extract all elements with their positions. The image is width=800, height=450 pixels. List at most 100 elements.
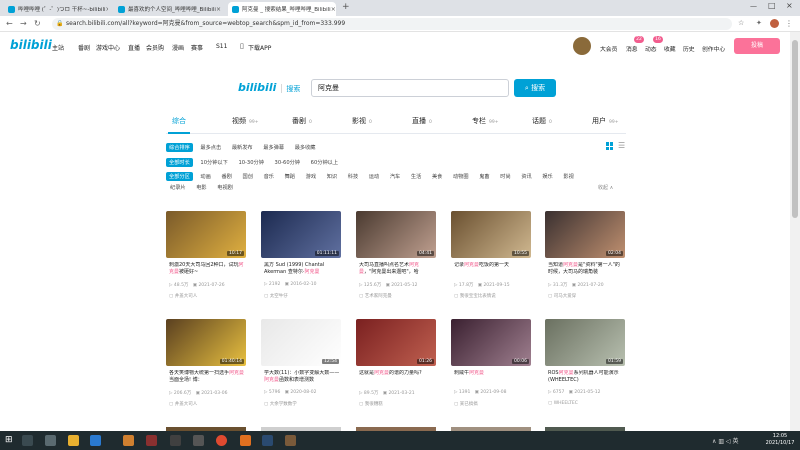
filter-option[interactable]: 影视 (563, 173, 573, 180)
video-uploader[interactable]: ▢ 太空牛仔 (264, 293, 288, 299)
video-card[interactable]: 01:26 这就是阿克曼的谱的力量吗? ▷ 89.5万 ▣ 2021-03-21 ▢ … (356, 319, 436, 419)
filter-option[interactable]: 30-60分钟 (275, 159, 300, 166)
nav-item[interactable]: 游戏中心 (96, 43, 120, 52)
tray-up-icon[interactable]: ∧ (712, 438, 716, 445)
filter-option[interactable]: 最多点击 (200, 144, 221, 151)
filter-option[interactable]: 时尚 (500, 173, 510, 180)
url-input[interactable]: 🔒 search.bilibili.com/all?keyword=阿克曼&fr… (52, 18, 732, 30)
video-title[interactable]: 当知道阿克曼是"资料"第一人"的时候，大司马的瑞角装 (548, 262, 624, 276)
filter-option[interactable]: 动画 (200, 173, 210, 180)
video-uploader[interactable]: ▢ 大余学数数学 (264, 401, 297, 407)
filter-option[interactable]: 电视剧 (217, 184, 233, 191)
video-card[interactable]: 01:40:14 各天笑博物大统第一扫选手阿克曼当面全场! 博： ▷ 206.6万 … (166, 319, 246, 419)
video-title[interactable]: 这就是阿克曼的谱的力量吗? (359, 370, 435, 384)
video-uploader[interactable]: ▢ 某已搞搞 (454, 401, 478, 407)
filter-option[interactable]: 国创 (243, 173, 253, 180)
volume-icon[interactable]: ◁ (726, 438, 731, 445)
nav-history[interactable]: 历史 (683, 44, 695, 53)
taskbar-clock[interactable]: 12:05 2021/10/17 (760, 433, 800, 447)
video-thumbnail[interactable]: 12:54 (261, 319, 341, 366)
video-thumbnail[interactable]: 10:17 (166, 211, 246, 258)
browser-tab-active[interactable]: 阿克曼 _ 搜索结果_哔哩哔哩_Bilibili × (228, 2, 336, 16)
video-title[interactable]: 刺激20天大司马回2种口，试玩阿克曼被砸好~ (169, 262, 245, 276)
video-thumbnail[interactable]: 01:40:14 (166, 319, 246, 366)
tab-user[interactable]: 用户 99+ (592, 116, 619, 126)
video-title[interactable]: 学大数(11)：小数字变解大数——阿克曼函数和表增测数 (264, 370, 340, 384)
video-uploader[interactable]: ▢ 井盖大司人 (169, 401, 197, 407)
filter-zone-selected[interactable]: 全部分区 (166, 172, 193, 181)
filter-option[interactable]: 动物圈 (453, 173, 469, 180)
filter-option[interactable]: 知识 (327, 173, 337, 180)
avatar[interactable] (573, 37, 591, 55)
search-input[interactable]: 阿克曼 (311, 79, 509, 97)
tab-bangumi[interactable]: 番剧 0 (292, 116, 312, 126)
video-uploader[interactable]: ▢ WHEELTEC (548, 401, 578, 406)
video-title[interactable]: 黑方 Sud (1999) Chantal Akerman 查特尔·阿克曼 (264, 262, 340, 276)
tab-all[interactable]: 综合 (172, 116, 186, 126)
video-card[interactable]: 10:55 记录阿克曼吃饭的第一天 ▷ 17.8万 ▣ 2021-09-15 ▢ 我很… (451, 211, 531, 311)
video-title[interactable]: 刺威牛阿克曼 (454, 370, 530, 384)
maximize-icon[interactable]: □ (768, 1, 776, 10)
nav-vip[interactable]: 大会员 (600, 44, 617, 53)
back-icon[interactable]: ← (6, 19, 13, 28)
minimize-icon[interactable]: — (750, 2, 757, 10)
windows-start-icon[interactable]: ⊞ (5, 435, 13, 445)
video-thumbnail[interactable]: 10:55 (451, 211, 531, 258)
reload-icon[interactable]: ↻ (34, 19, 41, 28)
video-title[interactable]: ROS阿克曼系列机器人可能演示(WHEELTEC) (548, 370, 624, 384)
filter-option[interactable]: 舞蹈 (285, 173, 295, 180)
filter-option[interactable]: 科技 (348, 173, 358, 180)
video-title[interactable]: 各天笑博物大统第一扫选手阿克曼当面全场! 博： (169, 370, 245, 384)
close-tab-icon[interactable]: × (216, 6, 221, 13)
video-card[interactable]: 10:17 刺激20天大司马回2种口，试玩阿克曼被砸好~ ▷ 48.5万 ▣ 202… (166, 211, 246, 311)
video-uploader[interactable]: ▢ 艺术家阿克曼 (359, 293, 392, 299)
extensions-icon[interactable]: ✦ (756, 19, 762, 27)
video-title[interactable]: 大司马直播叫点名艺术阿克曼，"阿克曼出来遛吧"，哈 (359, 262, 435, 276)
nav-item[interactable]: S11 (216, 43, 227, 50)
filter-option[interactable]: 电影 (196, 184, 206, 191)
video-thumbnail[interactable]: 01:11:11 (261, 211, 341, 258)
nav-item[interactable]: 会员购 (146, 43, 164, 52)
video-thumbnail[interactable]: 00:06 (451, 319, 531, 366)
filter-option[interactable]: 最新发布 (232, 144, 253, 151)
filter-option[interactable]: 娱乐 (542, 173, 552, 180)
app-icon[interactable] (123, 435, 134, 446)
filter-option[interactable]: 资讯 (521, 173, 531, 180)
app-icon[interactable] (240, 435, 251, 446)
close-tab-icon[interactable]: × (331, 6, 336, 13)
video-card[interactable]: 04:41 大司马直播叫点名艺术阿克曼，"阿克曼出来遛吧"，哈 ▷ 125.6万 ▣… (356, 211, 436, 311)
video-card[interactable]: 12:54 学大数(11)：小数字变解大数——阿克曼函数和表增测数 ▷ 5796 ▣… (261, 319, 341, 419)
app-icon[interactable] (193, 435, 204, 446)
filter-option[interactable]: 游戏 (306, 173, 316, 180)
filter-option[interactable]: 最多收藏 (295, 144, 316, 151)
filter-option[interactable]: 番剧 (221, 173, 231, 180)
filter-order-selected[interactable]: 综合排序 (166, 143, 193, 152)
nav-messages[interactable]: 消息 (626, 44, 638, 53)
nav-dynamic[interactable]: 动态 (645, 44, 657, 53)
nav-item[interactable]: 番剧 (78, 43, 90, 52)
filter-option[interactable]: 音乐 (264, 173, 274, 180)
steam-icon[interactable] (262, 435, 273, 446)
forward-icon[interactable]: → (20, 19, 27, 28)
nav-item[interactable]: 主站 (52, 43, 64, 52)
filter-option[interactable]: 最多弹幕 (263, 144, 284, 151)
video-thumbnail[interactable]: 01:26 (356, 319, 436, 366)
video-thumbnail[interactable]: 04:41 (356, 211, 436, 258)
profile-avatar[interactable] (770, 19, 779, 28)
file-explorer-icon[interactable] (68, 435, 79, 446)
nav-item[interactable]: 直播 (128, 43, 140, 52)
tab-movie[interactable]: 影视 0 (352, 116, 372, 126)
nav-item-download-app[interactable]: 下载APP (248, 43, 271, 52)
close-window-icon[interactable]: × (786, 1, 793, 10)
video-uploader[interactable]: ▢ 我很宝宝比表情说 (454, 293, 496, 299)
nav-item[interactable]: 漫画 (172, 43, 184, 52)
filter-option[interactable]: 鬼畜 (479, 173, 489, 180)
scrollbar-thumb[interactable] (792, 40, 798, 218)
menu-icon[interactable]: ⋮ (785, 19, 793, 28)
video-card[interactable]: 00:06 刺威牛阿克曼 ▷ 1391 ▣ 2021-09-08 ▢ 某已搞搞 (451, 319, 531, 419)
ime-icon[interactable]: 英 (732, 438, 738, 445)
video-thumbnail[interactable]: 01:59 (545, 319, 625, 366)
tab-live[interactable]: 直播 0 (412, 116, 432, 126)
bilibili-logo[interactable]: bilibili (10, 38, 52, 52)
filter-duration-selected[interactable]: 全部时长 (166, 158, 193, 167)
